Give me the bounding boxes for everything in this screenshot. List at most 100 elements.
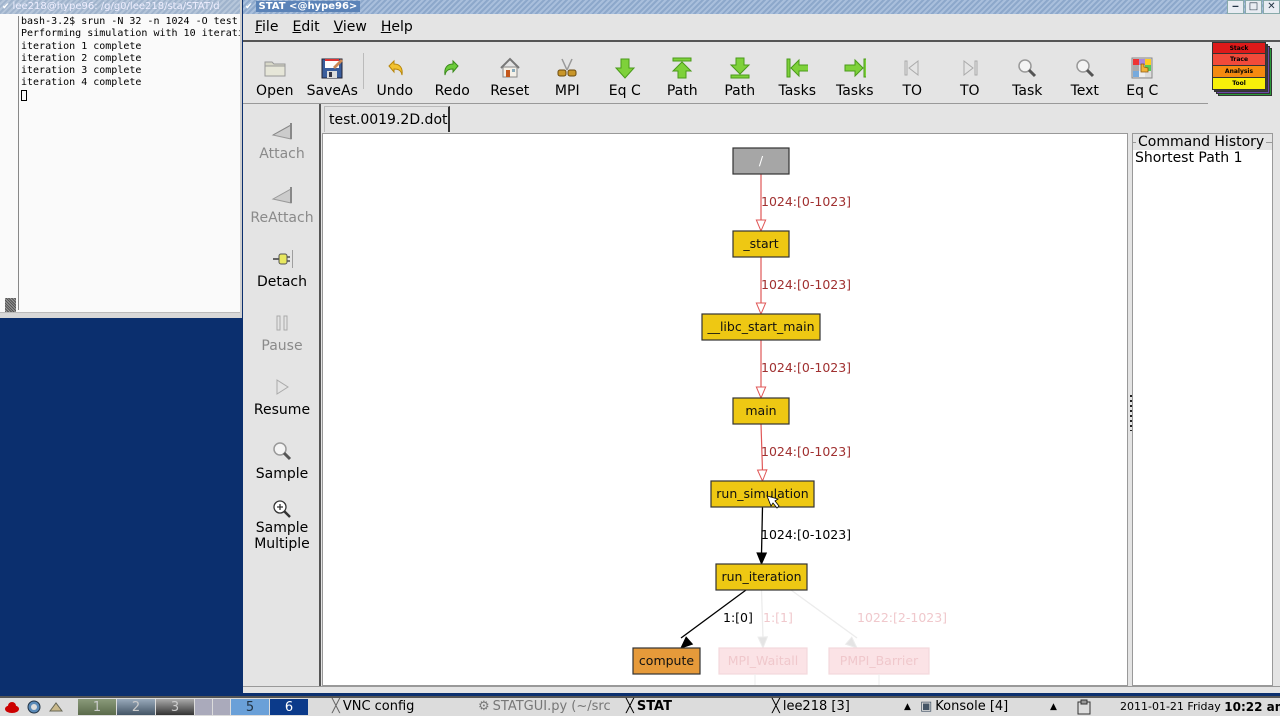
to-forward-button[interactable]: TO: [941, 45, 999, 103]
window-menu-chevron-icon[interactable]: ✔: [245, 2, 253, 12]
tab-test-dot[interactable]: test.0019.2D.dot: [324, 106, 450, 132]
konsole-group-arrow[interactable]: ▲: [904, 698, 911, 716]
reattach-icon: [271, 184, 293, 206]
folder-icon: [264, 57, 286, 79]
pager-desktop-3[interactable]: 3: [156, 699, 194, 715]
to-back-button[interactable]: TO: [884, 45, 942, 103]
terminal-cursor: [21, 89, 27, 101]
home-icon: [499, 57, 521, 79]
window-menu-chevron-icon[interactable]: ✔: [2, 2, 10, 12]
sample-button[interactable]: Sample: [243, 440, 321, 482]
menu-help[interactable]: Help: [381, 19, 413, 35]
zoom-in-icon: [271, 498, 293, 520]
network-icon: [27, 700, 41, 714]
maximize-button[interactable]: □: [1245, 0, 1262, 14]
call-graph: 1024:[0-1023] 1024:[0-1023] 1024:[0-1023] 1…: [632, 147, 947, 685]
menu-view[interactable]: View: [334, 19, 367, 35]
clock[interactable]: 2011-01-21 Friday 10:22 am: [1120, 698, 1280, 716]
menu-file[interactable]: File: [255, 19, 278, 35]
desktop-pager: 1 2 3 5 6: [78, 698, 309, 716]
pager-desktop-1[interactable]: 1: [78, 699, 116, 715]
pager-desktop-term-b[interactable]: [213, 699, 230, 715]
command-history-panel: Command History Shortest Path 1: [1132, 133, 1273, 686]
traverse-path-down-button[interactable]: Path: [711, 45, 769, 103]
x-icon: ╳: [626, 699, 634, 714]
save-as-button[interactable]: SaveAs: [304, 45, 362, 103]
redhat-icon: [5, 702, 19, 713]
menu-edit[interactable]: Edit: [292, 19, 319, 35]
pause-button[interactable]: Pause: [243, 312, 321, 354]
terminal-titlebar[interactable]: ✔ lee218@hype96: /g/g0/lee218/sta/STAT/d: [0, 0, 240, 14]
task-statgui[interactable]: ⚙ STATGUI.py (~/src: [478, 698, 611, 716]
arrow-up-bar-icon: [671, 57, 693, 79]
pager-desktop-2[interactable]: 2: [117, 699, 155, 715]
pager-desktop-6[interactable]: 6: [270, 699, 308, 715]
x-icon: ╳: [772, 699, 780, 714]
gear-icon: ⚙: [478, 699, 490, 714]
tasks-right-button[interactable]: Tasks: [826, 45, 884, 103]
terminal-line: bash-3.2$ srun -N 32 -n 1024 -O test: [21, 16, 238, 27]
terminal-line: Performing simulation with 10 iterations: [21, 28, 240, 40]
kde-menu-button[interactable]: [4, 698, 20, 716]
redo-button[interactable]: Redo: [424, 45, 482, 103]
traverse-path-up-button[interactable]: Path: [654, 45, 712, 103]
graph-edge-arrowhead: [755, 386, 767, 400]
arrow-down-bar-icon: [729, 57, 751, 79]
stat-title: STAT <@hype96>: [255, 1, 361, 12]
tray-arrow[interactable]: ▲: [1050, 698, 1057, 716]
logo-trace: Trace: [1212, 54, 1266, 66]
eq-class-button[interactable]: Eq C: [596, 45, 654, 103]
skip-back-icon: [901, 57, 923, 79]
graph-node-label: __libc_start_main: [706, 319, 814, 334]
task-stat[interactable]: ╳ STAT: [626, 698, 672, 716]
search-text-button[interactable]: Text: [1056, 45, 1114, 103]
terminal-title: lee218@hype96: /g/g0/lee218/sta/STAT/d: [12, 1, 220, 12]
task-lee218[interactable]: ╳ lee218 [3]: [772, 698, 850, 716]
open-button[interactable]: Open: [246, 45, 304, 103]
settings-launcher[interactable]: [48, 698, 64, 716]
tasks-left-button[interactable]: Tasks: [769, 45, 827, 103]
mpi-button[interactable]: MPI: [539, 45, 597, 103]
klipper-tray[interactable]: [1076, 698, 1092, 716]
graph-edge-label: 1024:[0-1023]: [761, 194, 851, 209]
pager-desktop-term-a[interactable]: [195, 699, 212, 715]
attach-button[interactable]: Attach: [243, 120, 321, 162]
reattach-button[interactable]: ReAttach: [243, 184, 321, 226]
terminal-scrollbar-thumb[interactable]: [5, 298, 16, 312]
resume-button[interactable]: Resume: [243, 376, 321, 418]
undo-button[interactable]: Undo: [366, 45, 424, 103]
reset-button[interactable]: Reset: [481, 45, 539, 103]
network-launcher[interactable]: [26, 698, 42, 716]
arrow-right-bar-icon: [844, 57, 866, 79]
close-button[interactable]: ✕: [1263, 0, 1280, 14]
stat-logo: Stack Trace Analysis Tool: [1212, 42, 1272, 102]
detach-button[interactable]: Detach: [243, 248, 321, 290]
terminal-line: iteration 4 complete: [21, 77, 142, 89]
triangle-up-icon: ▲: [1050, 702, 1057, 712]
search-task-button[interactable]: Task: [999, 45, 1057, 103]
stat-window: ✔ STAT <@hype96> ‒ □ ✕ File Edit View Hel…: [243, 0, 1280, 693]
minimize-button[interactable]: ‒: [1227, 0, 1244, 14]
color-grid-hand-icon: [1131, 57, 1153, 79]
history-item[interactable]: Shortest Path 1: [1135, 150, 1243, 166]
stat-titlebar[interactable]: ✔ STAT <@hype96> ‒ □ ✕: [243, 0, 1280, 14]
graph-canvas[interactable]: 1024:[0-1023] 1024:[0-1023] 1024:[0-1023] 1…: [322, 133, 1128, 686]
triangle-up-icon: ▲: [904, 702, 911, 712]
eq-class-color-button[interactable]: Eq C: [1114, 45, 1172, 103]
graph-edge-arrowhead: [756, 552, 768, 566]
sample-multiple-button[interactable]: Sample Multiple: [243, 498, 321, 552]
graph-node-label: MPI_Waitall: [728, 653, 798, 668]
task-vnc-config[interactable]: ╳ VNC config: [332, 698, 414, 716]
arrow-down-icon: [614, 57, 636, 79]
terminal-line: iteration 2 complete: [21, 52, 142, 64]
terminal-window: ✔ lee218@hype96: /g/g0/lee218/sta/STAT/d …: [0, 0, 242, 318]
terminal-output[interactable]: bash-3.2$ srun -N 32 -n 1024 -O test Perf…: [18, 16, 240, 310]
clipboard-icon: [1077, 699, 1091, 715]
graph-edge-arrowhead: [844, 636, 858, 649]
logo-analysis: Analysis: [1212, 66, 1266, 78]
pager-desktop-5[interactable]: 5: [231, 699, 269, 715]
task-konsole[interactable]: ▣ Konsole [4]: [920, 698, 1008, 716]
magnifier-icon: [1074, 57, 1096, 79]
command-history-title: Command History: [1136, 134, 1267, 150]
menu-bar: File Edit View Help: [243, 14, 1280, 42]
